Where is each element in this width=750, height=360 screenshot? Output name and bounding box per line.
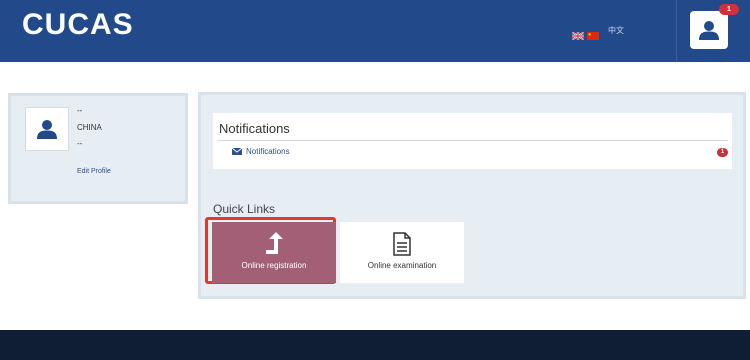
online-examination-button[interactable]: Online examination xyxy=(340,222,464,283)
uk-flag-icon[interactable] xyxy=(571,27,585,41)
china-flag-icon[interactable] xyxy=(587,27,599,40)
profile-name: -- xyxy=(77,106,83,115)
user-menu-area: 1 xyxy=(676,0,750,62)
envelope-icon xyxy=(232,148,242,155)
notifications-link-row[interactable]: Notifications xyxy=(232,147,290,156)
user-avatar-button[interactable] xyxy=(690,11,728,49)
site-logo[interactable]: CUCAS xyxy=(22,8,134,42)
notifications-link[interactable]: Notifications xyxy=(246,147,290,156)
language-switcher: 中文 xyxy=(571,25,624,41)
profile-country: CHINA xyxy=(77,123,102,132)
edit-profile-link[interactable]: Edit Profile xyxy=(77,168,111,175)
user-icon xyxy=(37,120,57,139)
notification-count-badge[interactable]: 1 xyxy=(719,4,739,15)
quick-links-title: Quick Links xyxy=(213,202,276,216)
document-icon xyxy=(393,232,411,256)
notifications-title: Notifications xyxy=(219,121,290,136)
divider xyxy=(217,140,728,141)
user-icon xyxy=(699,21,719,40)
profile-card: -- CHINA -- Edit Profile xyxy=(8,93,188,204)
online-registration-label: Online registration xyxy=(241,261,307,270)
profile-avatar xyxy=(25,107,69,151)
upload-arrow-icon xyxy=(266,232,283,254)
online-registration-button[interactable]: Online registration xyxy=(212,222,336,283)
page-footer xyxy=(0,330,750,360)
language-chinese-link[interactable]: 中文 xyxy=(608,25,624,36)
online-examination-label: Online examination xyxy=(367,261,437,270)
notifications-count-badge: 1 xyxy=(717,148,728,157)
top-header: CUCAS 中文 1 xyxy=(0,0,750,62)
notifications-box: Notifications Notifications 1 xyxy=(213,113,732,169)
main-panel: Notifications Notifications 1 Quick Link… xyxy=(198,92,746,299)
profile-extra: -- xyxy=(77,139,83,148)
